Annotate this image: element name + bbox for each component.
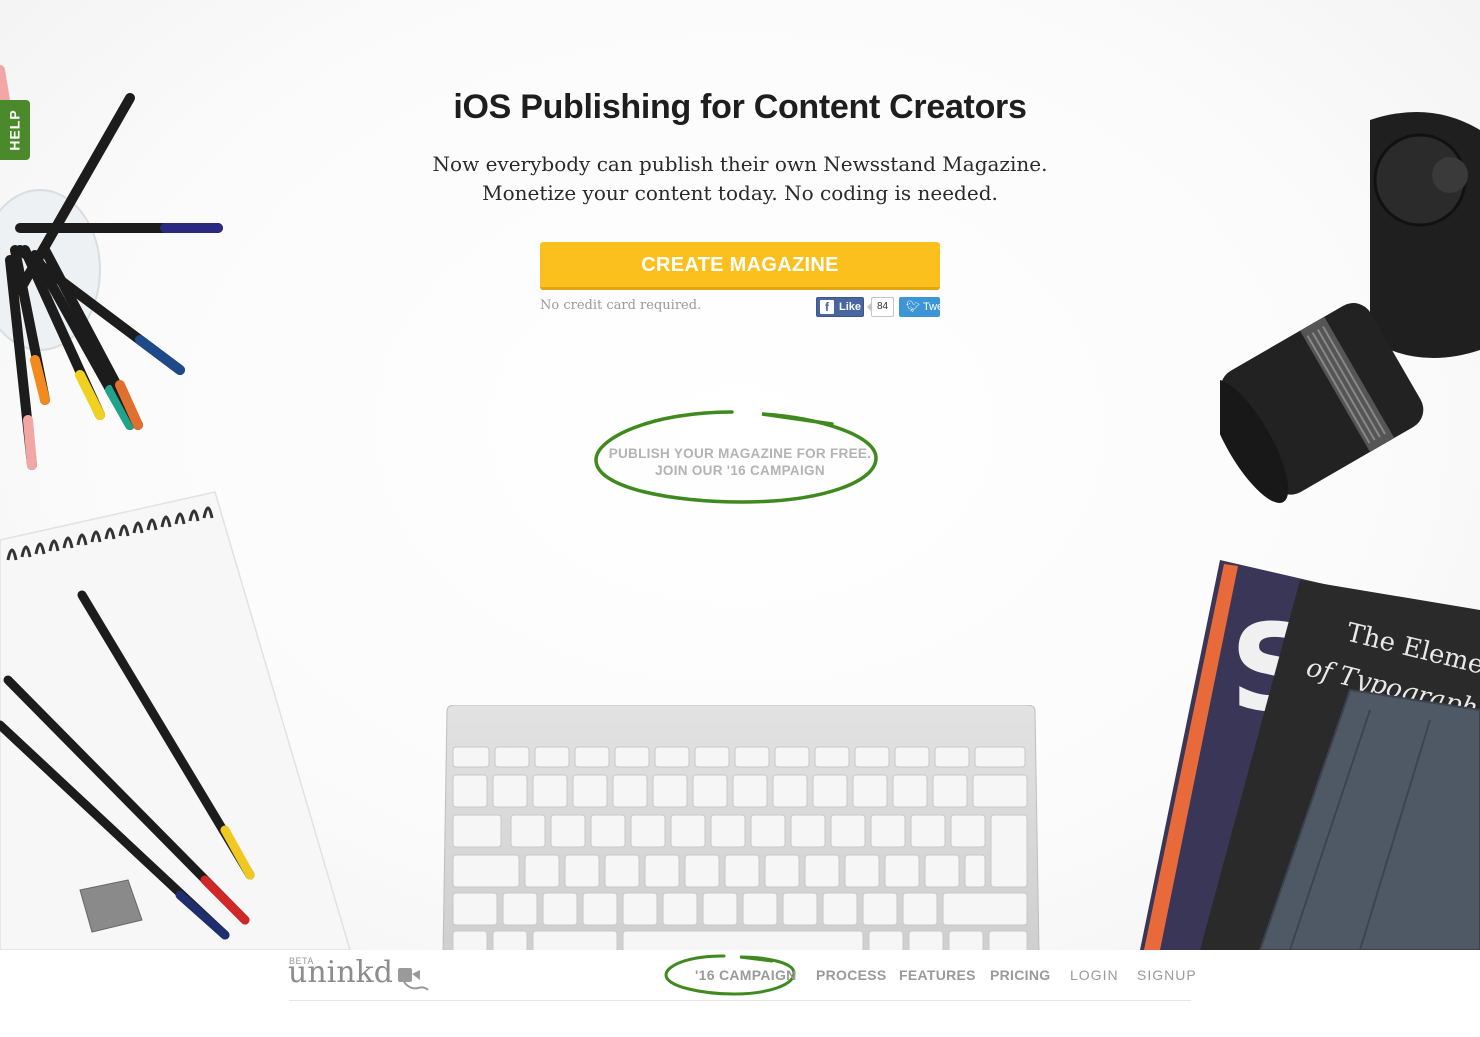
no-credit-card-note: No credit card required.: [540, 298, 702, 313]
create-magazine-button[interactable]: CREATE MAGAZINE: [540, 242, 940, 290]
keyboard-illustration: [442, 705, 1040, 950]
campaign-line-1: PUBLISH YOUR MAGAZINE FOR FREE.: [608, 446, 872, 461]
facebook-like-label: Like: [839, 301, 862, 313]
hero-subtitle: Now everybody can publish their own News…: [0, 150, 1480, 208]
nav-item-signup[interactable]: SIGNUP: [1137, 967, 1197, 983]
facebook-icon: f: [820, 300, 834, 314]
footer-divider: [289, 1000, 1191, 1001]
facebook-like-button[interactable]: f Like: [816, 297, 864, 317]
logo-ink-icon: [398, 968, 429, 991]
facebook-like-count: 84: [867, 297, 894, 317]
tweet-label: Tweet: [922, 301, 940, 313]
twitter-bird-icon: 🐦︎: [906, 301, 920, 313]
campaign-text: PUBLISH YOUR MAGAZINE FOR FREE. JOIN OUR…: [592, 445, 888, 479]
help-tab-label: HELP: [7, 109, 23, 151]
uninkd-logo[interactable]: uninkd: [288, 955, 393, 990]
hero-subtitle-line-1: Now everybody can publish their own News…: [432, 152, 1048, 176]
nav-item-login[interactable]: LOGIN: [1070, 967, 1119, 983]
nav-item-pricing[interactable]: PRICING: [990, 967, 1050, 983]
nav-item-process[interactable]: PROCESS: [816, 967, 887, 983]
campaign-link[interactable]: PUBLISH YOUR MAGAZINE FOR FREE. JOIN OUR…: [592, 408, 882, 508]
nav-item-features[interactable]: FEATURES: [899, 967, 976, 983]
help-tab[interactable]: HELP: [0, 100, 30, 160]
tweet-button[interactable]: 🐦︎Tweet: [899, 297, 940, 317]
nav-item-campaign[interactable]: '16 CAMPAIGN: [695, 967, 797, 983]
page-title: iOS Publishing for Content Creators: [453, 88, 1027, 126]
campaign-line-2: JOIN OUR '16 CAMPAIGN: [655, 463, 825, 478]
hero-background: S The Elements of Typographic Style: [0, 0, 1480, 950]
notepad-illustration: [0, 491, 351, 950]
books-illustration: S The Elements of Typographic Style: [1140, 560, 1480, 950]
hero-subtitle-line-2: Monetize your content today. No coding i…: [482, 181, 998, 205]
